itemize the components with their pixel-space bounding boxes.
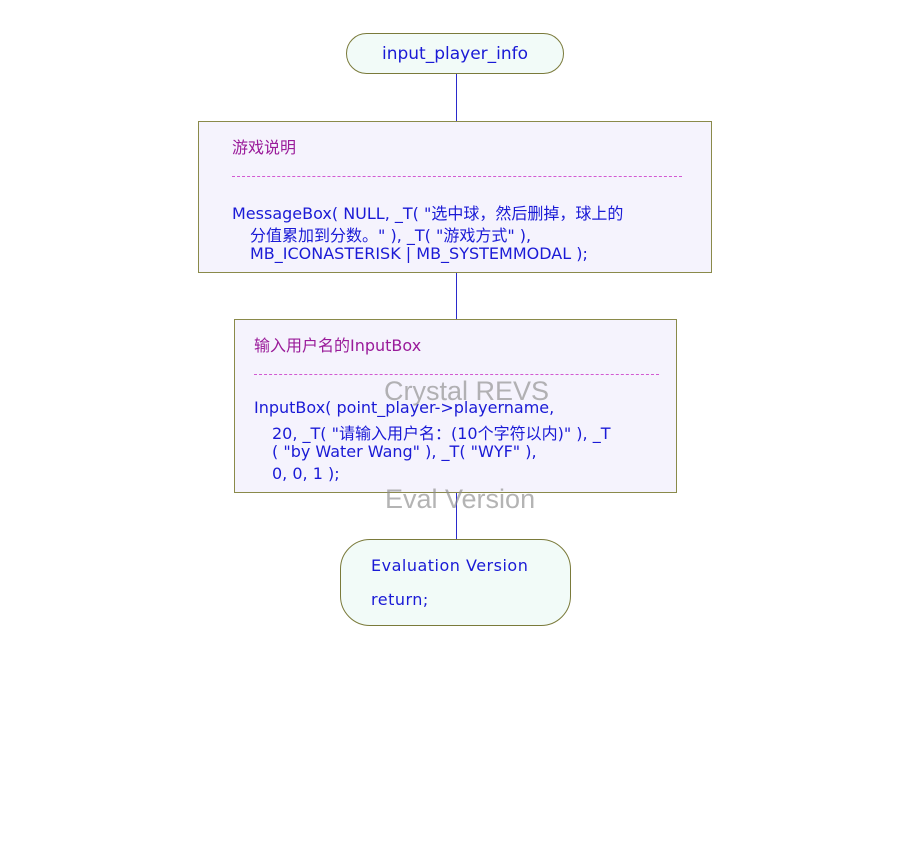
flowchart-canvas: input_player_info 游戏说明 MessageBox( NULL,…: [0, 0, 912, 858]
code-line: MessageBox( NULL, _T( "选中球，然后删掉，球上的: [232, 204, 624, 223]
end-terminal-line: return;: [371, 590, 429, 609]
code-line: 分值累加到分数。" ), _T( "游戏方式" ),: [250, 226, 532, 245]
code-line: MB_ICONASTERISK | MB_SYSTEMMODAL );: [250, 244, 588, 263]
process-title: 输入用户名的InputBox: [254, 336, 422, 355]
process-box-game-instructions[interactable]: 游戏说明 MessageBox( NULL, _T( "选中球，然后删掉，球上的…: [198, 121, 712, 273]
watermark-eval-version: Eval Version: [385, 484, 536, 514]
watermark-crystal-revs: Crystal REVS: [384, 376, 550, 406]
end-terminal[interactable]: Evaluation Version return;: [340, 539, 571, 626]
start-terminal[interactable]: input_player_info: [346, 33, 564, 74]
process-divider: [232, 176, 682, 177]
connector-start-to-process1: [456, 74, 457, 121]
start-terminal-label: input_player_info: [381, 43, 529, 64]
code-line: 0, 0, 1 );: [272, 464, 340, 483]
code-line: ( "by Water Wang" ), _T( "WYF" ),: [272, 442, 537, 461]
end-terminal-line: Evaluation Version: [371, 556, 529, 575]
process-title: 游戏说明: [232, 138, 297, 157]
process-divider: [254, 374, 659, 375]
connector-process1-to-process2: [456, 273, 457, 319]
code-line: 20, _T( "请输入用户名：(10个字符以内)" ), _T: [272, 424, 611, 443]
